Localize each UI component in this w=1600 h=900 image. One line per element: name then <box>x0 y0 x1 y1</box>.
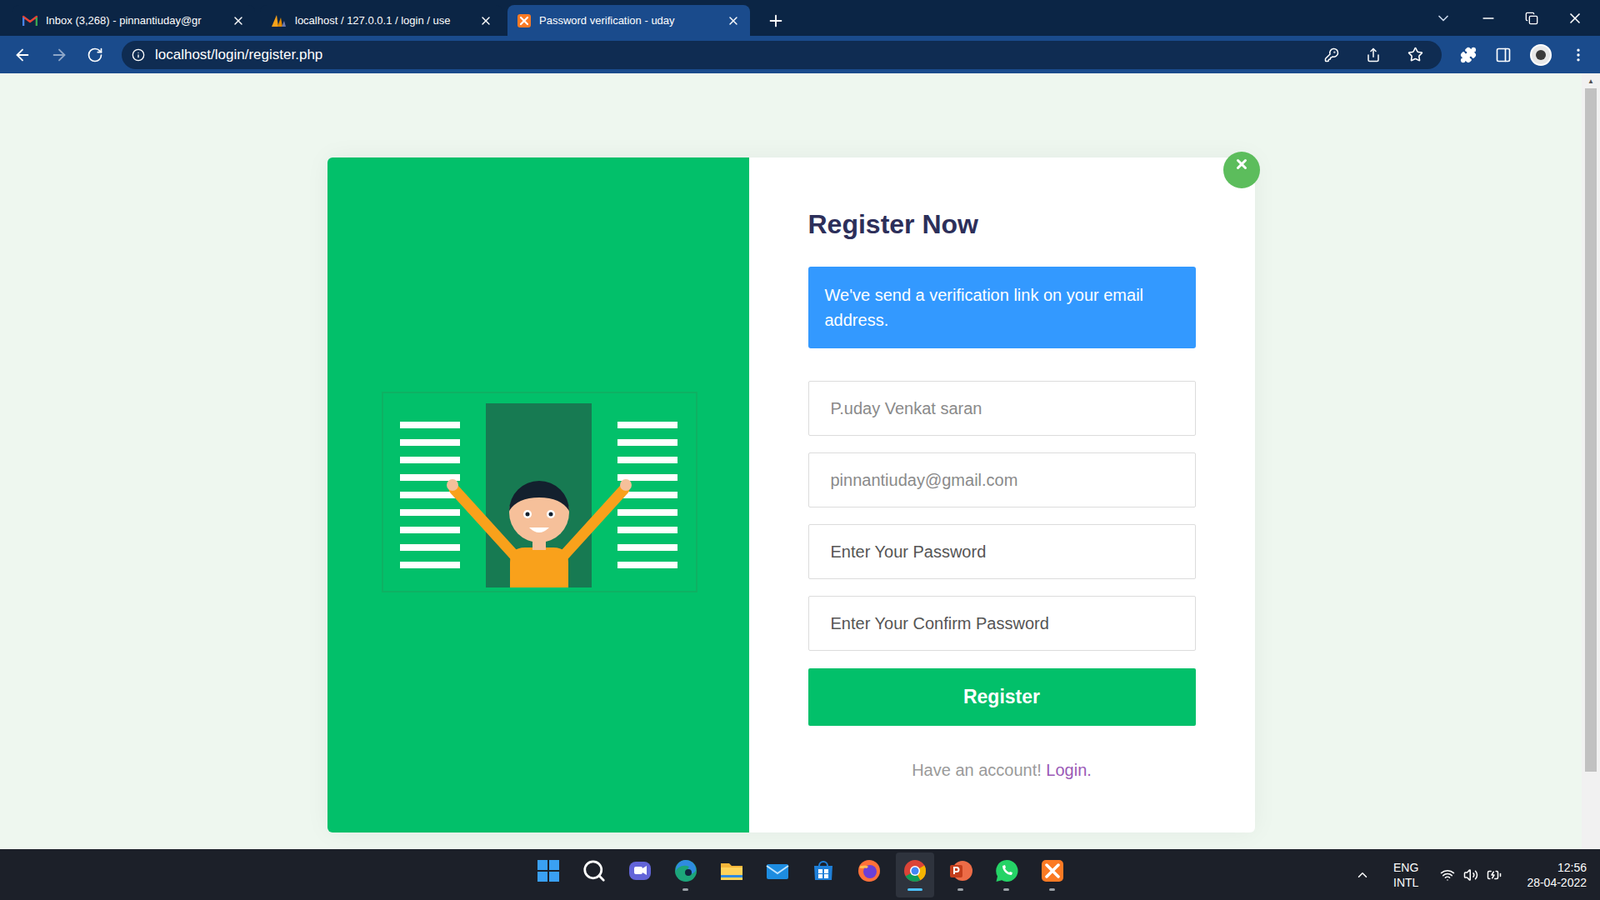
close-window-icon[interactable] <box>1566 10 1584 27</box>
address-bar[interactable]: localhost/login/register.php <box>121 40 1442 70</box>
scrollbar[interactable]: ▲ <box>1581 73 1600 850</box>
input-language[interactable]: ENGINTL <box>1393 860 1419 890</box>
taskbar-app[interactable] <box>1033 852 1072 898</box>
password-key-icon[interactable] <box>1324 47 1340 63</box>
restore-icon[interactable] <box>1525 11 1539 25</box>
phpmyadmin-icon <box>270 14 287 28</box>
running-indicator <box>682 888 689 891</box>
register-button[interactable]: Register <box>808 668 1196 726</box>
extensions-icon[interactable] <box>1460 46 1477 64</box>
taskbar-app[interactable] <box>529 852 568 898</box>
taskbar: ENGINTL 12:5628-04-2022 <box>0 849 1600 900</box>
form-title: Register Now <box>808 207 1196 241</box>
reload-icon[interactable] <box>86 46 104 64</box>
taskbar-app[interactable] <box>666 852 705 898</box>
running-indicator <box>636 888 643 891</box>
clock[interactable]: 12:5628-04-2022 <box>1526 860 1587 890</box>
verification-alert: We've send a verification link on your e… <box>808 266 1196 349</box>
taskbar-app[interactable] <box>987 852 1026 898</box>
profile-avatar-icon[interactable] <box>1530 44 1552 66</box>
tab-title: Password verification - uday <box>539 12 719 30</box>
teams-chat-icon[interactable] <box>627 858 653 884</box>
battery-icon[interactable] <box>1486 867 1502 883</box>
browser-tab[interactable]: localhost / 127.0.0.1 / login / use <box>260 5 503 36</box>
tab-search-icon[interactable] <box>1435 10 1452 27</box>
taskbar-app[interactable] <box>575 852 614 898</box>
form-field[interactable]: pinnantiuday@gmail.com <box>808 452 1196 508</box>
taskbar-app[interactable] <box>712 852 751 898</box>
close-tab-icon[interactable] <box>231 14 245 28</box>
tab-title: localhost / 127.0.0.1 / login / use <box>295 12 471 30</box>
form-panel: Register Now We've send a verification li… <box>749 157 1255 833</box>
illustration-panel <box>327 157 750 833</box>
side-panel-icon[interactable] <box>1495 46 1512 64</box>
taskbar-app[interactable] <box>850 852 889 898</box>
running-indicator <box>728 888 735 891</box>
xampp-icon[interactable] <box>1040 858 1065 884</box>
store-icon[interactable] <box>810 858 836 884</box>
minimize-icon[interactable] <box>1480 10 1497 27</box>
gmail-icon <box>22 15 38 27</box>
tab-strip: Inbox (3,268) - pinnantiuday@gr localhost… <box>0 0 1600 36</box>
menu-icon[interactable] <box>1570 46 1587 64</box>
welcome-illustration <box>327 157 750 833</box>
file-explorer-icon[interactable] <box>719 858 745 884</box>
forward-icon[interactable] <box>50 45 69 65</box>
running-indicator <box>1003 888 1010 891</box>
form-field[interactable]: P.uday Venkat saran <box>808 380 1196 436</box>
running-indicator <box>907 888 923 891</box>
search-icon[interactable] <box>581 858 607 884</box>
close-button[interactable] <box>1223 151 1260 189</box>
taskbar-app[interactable] <box>758 852 797 898</box>
xampp-icon <box>517 14 531 28</box>
taskbar-app[interactable] <box>895 852 935 898</box>
new-tab-icon[interactable] <box>766 11 785 30</box>
address-text: localhost/login/register.php <box>155 44 1315 66</box>
wifi-icon[interactable] <box>1440 867 1455 883</box>
running-indicator <box>590 888 597 891</box>
form-field[interactable]: Enter Your Confirm Password <box>808 595 1196 651</box>
taskbar-app[interactable] <box>941 852 980 898</box>
toolbar: localhost/login/register.php <box>0 35 1600 74</box>
browser-tab[interactable]: Inbox (3,268) - pinnantiuday@gr <box>12 5 255 36</box>
form-field[interactable]: Enter Your Password <box>808 524 1196 580</box>
taskbar-app[interactable] <box>804 852 843 898</box>
bookmark-star-icon[interactable] <box>1407 46 1424 63</box>
running-indicator <box>545 888 551 891</box>
register-card: Register Now We've send a verification li… <box>327 157 1255 833</box>
volume-icon[interactable] <box>1463 867 1479 883</box>
running-indicator <box>865 888 872 891</box>
hidden-icons-icon[interactable] <box>1355 867 1370 883</box>
scrollbar-thumb[interactable] <box>1585 88 1597 772</box>
running-indicator <box>957 888 964 891</box>
site-info-icon[interactable] <box>131 48 145 62</box>
share-icon[interactable] <box>1365 47 1381 63</box>
login-prompt: Have an account! Login. <box>808 757 1196 783</box>
powerpoint-icon[interactable] <box>948 858 974 884</box>
whatsapp-icon[interactable] <box>994 858 1020 884</box>
edge-icon[interactable] <box>673 858 699 884</box>
windows-start-icon[interactable] <box>535 858 561 884</box>
firefox-icon[interactable] <box>856 858 882 884</box>
browser-tab[interactable]: Password verification - uday <box>507 5 750 36</box>
close-tab-icon[interactable] <box>479 14 493 28</box>
tab-title: Inbox (3,268) - pinnantiuday@gr <box>45 12 224 30</box>
login-link[interactable]: Login. <box>1045 760 1092 780</box>
taskbar-app[interactable] <box>620 852 660 898</box>
chrome-icon[interactable] <box>902 858 928 884</box>
screen: Inbox (3,268) - pinnantiuday@gr localhost… <box>0 0 1600 900</box>
page: Register Now We've send a verification li… <box>0 73 1600 850</box>
close-tab-icon[interactable] <box>726 14 740 28</box>
back-icon[interactable] <box>13 45 32 65</box>
running-indicator <box>1049 888 1055 891</box>
running-indicator <box>820 888 826 891</box>
running-indicator <box>774 888 780 891</box>
mail-icon[interactable] <box>765 858 790 884</box>
close-icon <box>1234 156 1250 172</box>
